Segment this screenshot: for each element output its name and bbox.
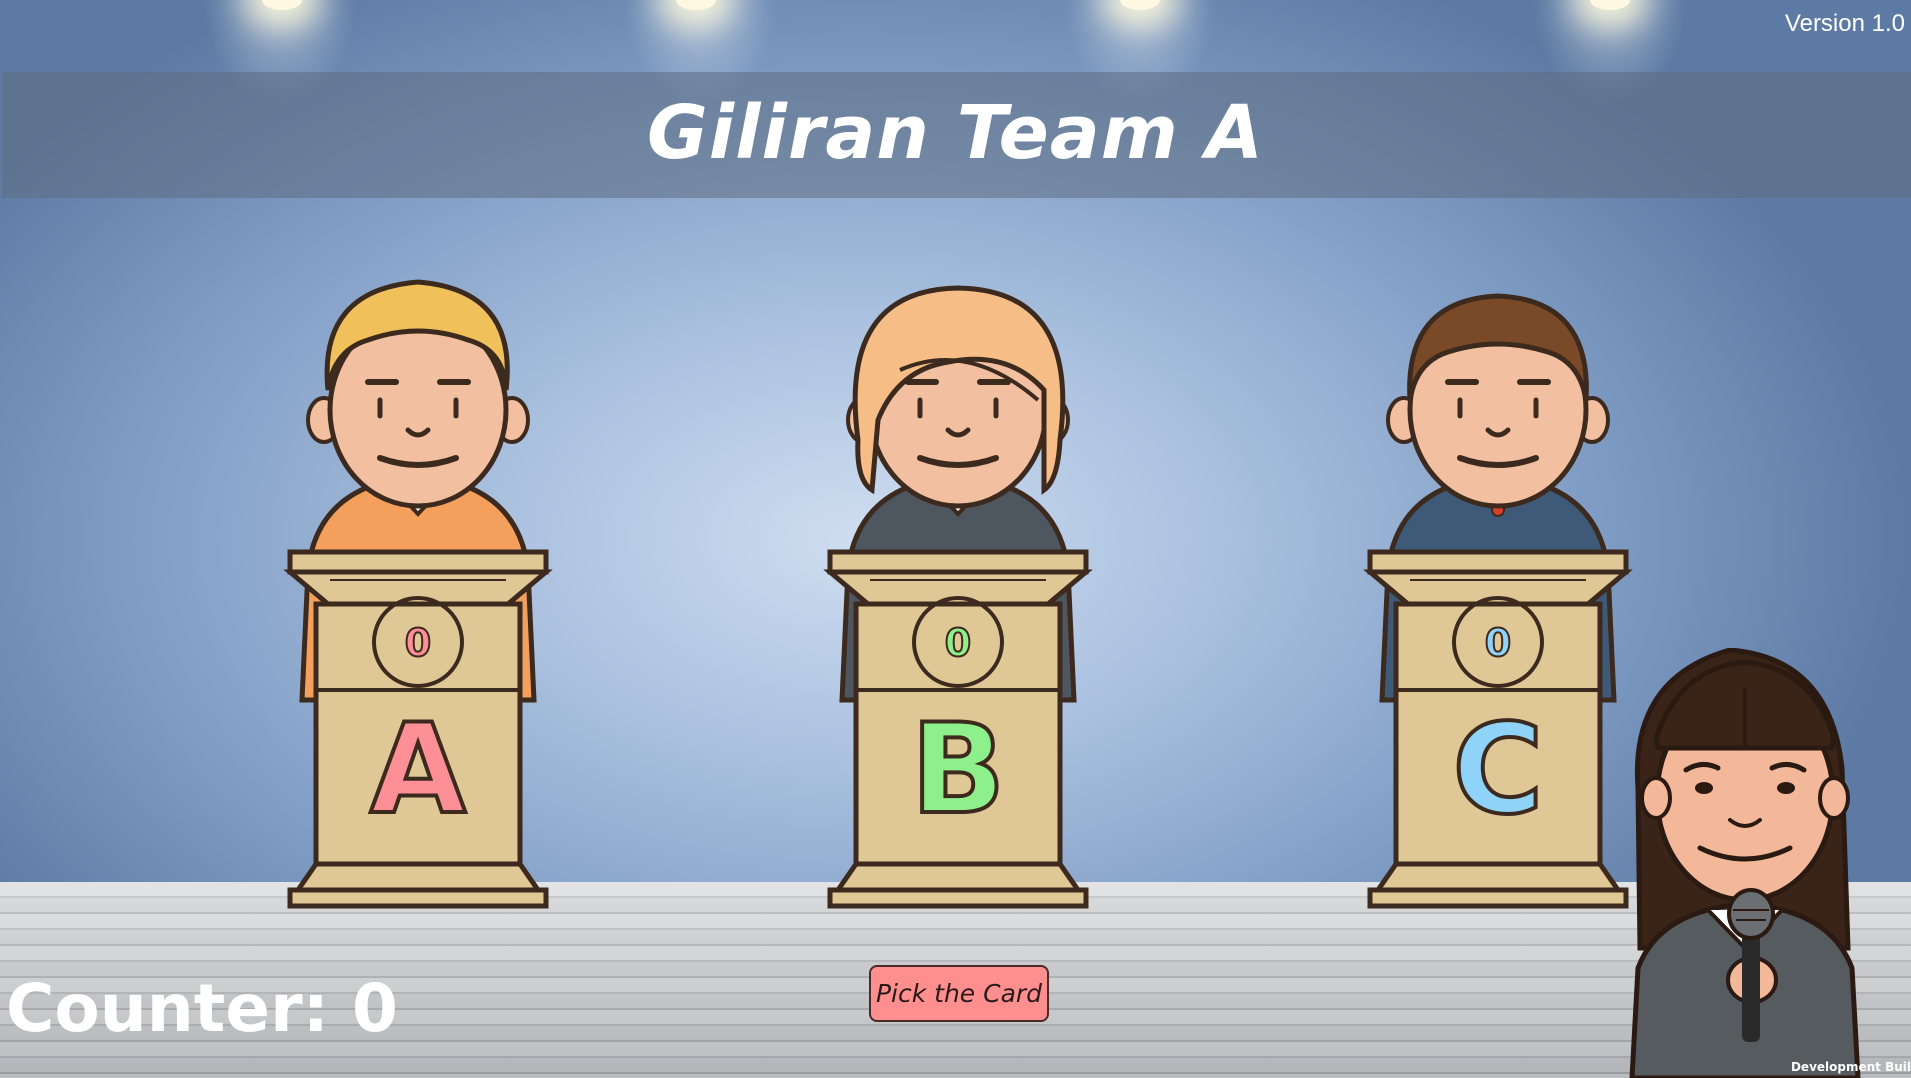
podium-character-icon: 0A bbox=[283, 279, 553, 909]
team-score: 0 bbox=[945, 621, 971, 665]
host-character bbox=[1620, 647, 1870, 1078]
game-stage: Version 1.0 Giliran Team A 0 A 0 B 0 C C… bbox=[0, 0, 1911, 1078]
version-label: Version 1.0 bbox=[1784, 10, 1905, 37]
development-build-label: Development Buil bbox=[1790, 1060, 1911, 1074]
podium-character-icon: 0B bbox=[823, 285, 1093, 909]
podium-character-icon: 0C bbox=[1363, 293, 1633, 909]
team-letter: A bbox=[370, 698, 466, 842]
counter-label: Counter: 0 bbox=[6, 970, 398, 1047]
contestant-team-b: 0B bbox=[808, 270, 1108, 910]
contestant-team-a: 0A bbox=[268, 270, 568, 910]
pick-card-button[interactable]: Pick the Card bbox=[869, 965, 1049, 1022]
team-letter: B bbox=[911, 698, 1006, 842]
team-score: 0 bbox=[405, 621, 431, 665]
host-icon bbox=[1629, 647, 1861, 1078]
team-letter: C bbox=[1452, 698, 1543, 842]
turn-title: Giliran Team A bbox=[647, 90, 1264, 176]
team-score: 0 bbox=[1485, 621, 1511, 665]
contestant-team-c: 0C bbox=[1348, 270, 1648, 910]
